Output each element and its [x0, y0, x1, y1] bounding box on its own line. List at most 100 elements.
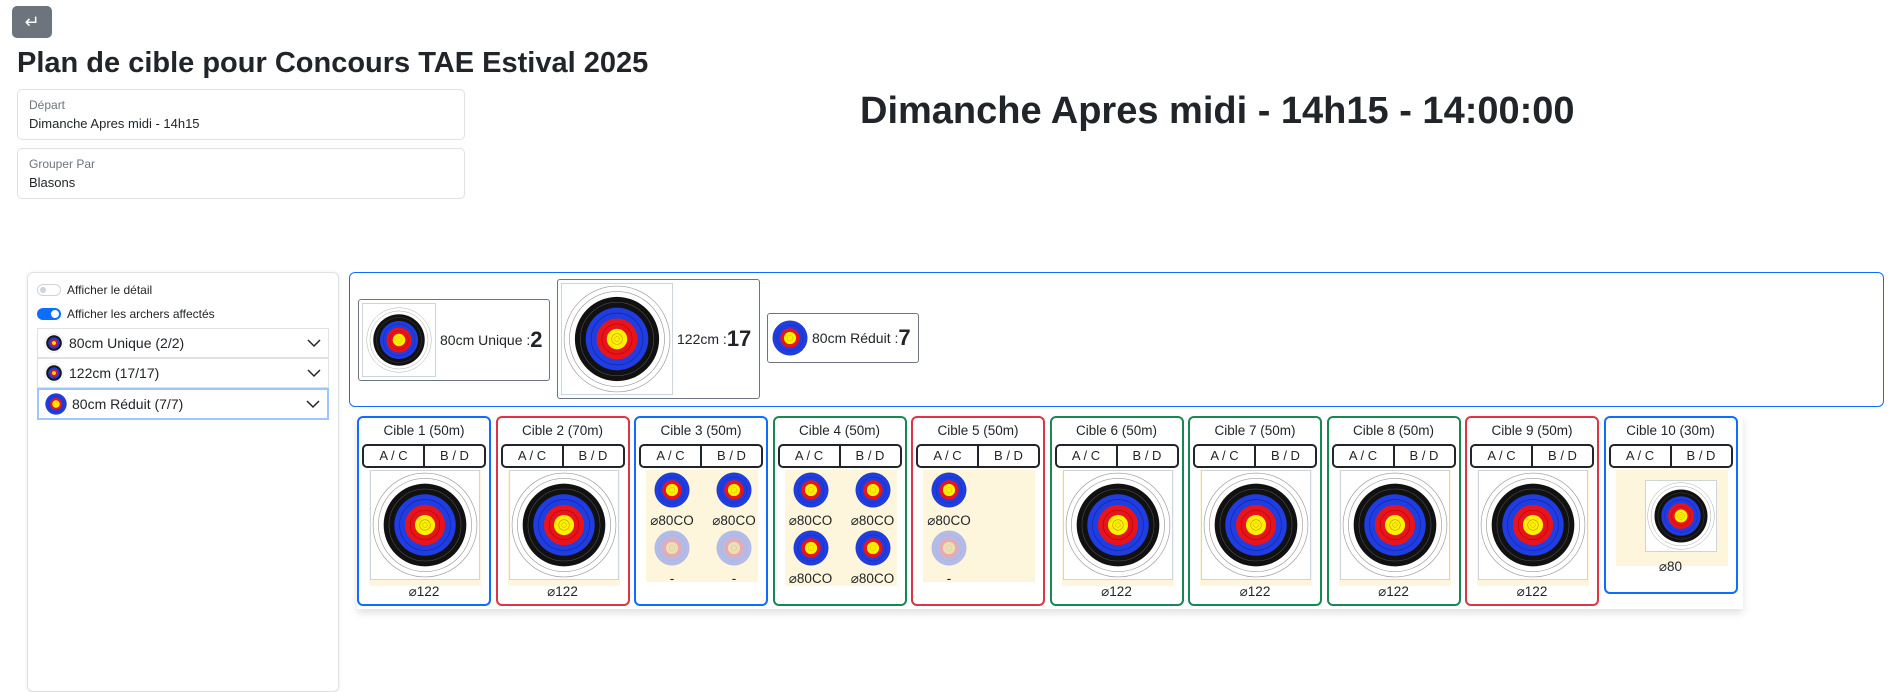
depart-select[interactable]: Départ Dimanche Apres midi - 14h15	[17, 89, 465, 140]
target-face-icon	[793, 530, 829, 566]
toggle-show-assigned[interactable]: Afficher les archers affectés	[37, 307, 215, 321]
target-diameter: ⌀122	[1101, 584, 1132, 599]
position-bd-button[interactable]: B / D	[1669, 446, 1731, 466]
target-face-icon	[1203, 472, 1309, 578]
quad-label: -	[731, 571, 737, 586]
target-card-2[interactable]: Cible 2 (70m) A / C B / D ⌀122	[495, 416, 630, 606]
position-buttons: A / C B / D	[1331, 444, 1456, 468]
position-bd-button[interactable]: B / D	[838, 446, 900, 466]
summary-card-80cm-reduit[interactable]: 80cm Réduit : 7	[767, 313, 919, 363]
quad-slot[interactable]: ⌀80CO	[919, 472, 979, 529]
position-buttons: A / C B / D	[1054, 444, 1179, 468]
chevron-down-icon	[307, 339, 321, 348]
target-diameter: ⌀122	[1239, 584, 1271, 599]
target-card-8[interactable]: Cible 8 (50m) A / C B / D ⌀122	[1326, 416, 1461, 606]
target-face-box[interactable]	[370, 470, 480, 580]
position-bd-button[interactable]: B / D	[1254, 446, 1315, 466]
target-pane	[1200, 470, 1312, 586]
position-ac-button[interactable]: A / C	[1611, 446, 1670, 466]
position-ac-button[interactable]: A / C	[1472, 446, 1531, 466]
grouper-select[interactable]: Grouper Par Blasons	[17, 148, 465, 199]
quad-slot[interactable]: ⌀80CO	[843, 530, 903, 587]
group-122cm[interactable]: 122cm (17/17)	[37, 358, 329, 388]
position-ac-button[interactable]: A / C	[364, 446, 423, 466]
target-card-9[interactable]: Cible 9 (50m) A / C B / D ⌀122	[1465, 416, 1599, 606]
target-face-icon	[44, 333, 64, 353]
summary-card-122cm[interactable]: 122cm : 17	[557, 279, 760, 399]
quad-slot[interactable]: ⌀80CO	[781, 530, 841, 587]
target-face-icon	[716, 472, 752, 508]
group-label: 80cm Réduit (7/7)	[72, 396, 184, 412]
position-bd-button[interactable]: B / D	[1531, 446, 1592, 466]
target-face-box[interactable]	[1062, 470, 1173, 580]
target-card-6[interactable]: Cible 6 (50m) A / C B / D ⌀122	[1049, 416, 1184, 606]
target-diameter: ⌀80	[1658, 559, 1683, 574]
target-face-icon	[855, 472, 891, 508]
target-thumb	[362, 303, 436, 377]
target-face-icon	[1065, 472, 1171, 578]
position-ac-button[interactable]: A / C	[503, 446, 562, 466]
quad-slot[interactable]: -	[704, 530, 764, 586]
quad-label: ⌀80CO	[788, 513, 833, 528]
position-bd-button[interactable]: B / D	[977, 446, 1038, 466]
target-cards: Cible 1 (50m) A / C B / D ⌀122 Cible 2 (…	[357, 416, 1743, 609]
quad-slot[interactable]: -	[642, 530, 702, 586]
quad-slot[interactable]: ⌀80CO	[843, 472, 903, 529]
target-face-box[interactable]	[1201, 470, 1311, 580]
position-bd-button[interactable]: B / D	[1115, 446, 1177, 466]
blason-summary: 80cm Unique : 2 122cm : 17 80cm Réduit :…	[349, 272, 1884, 407]
target-card-1[interactable]: Cible 1 (50m) A / C B / D ⌀122	[357, 416, 491, 606]
summary-label: 80cm Réduit :	[812, 330, 899, 346]
position-buttons: A / C B / D	[362, 444, 486, 468]
back-button[interactable]: ↵	[12, 6, 52, 38]
target-face-icon	[511, 472, 617, 578]
position-bd-button[interactable]: B / D	[423, 446, 484, 466]
position-bd-button[interactable]: B / D	[561, 446, 623, 466]
sidebar-panel: Afficher le détail Afficher les archers …	[27, 272, 339, 692]
target-title: Cible 6 (50m)	[1075, 423, 1158, 438]
position-ac-button[interactable]: A / C	[780, 446, 839, 466]
quad-label: -	[946, 571, 952, 586]
summary-count: 7	[898, 325, 911, 350]
position-ac-button[interactable]: A / C	[641, 446, 700, 466]
grouper-label: Grouper Par	[29, 157, 96, 171]
position-buttons: A / C B / D	[1193, 444, 1317, 468]
position-ac-button[interactable]: A / C	[1334, 446, 1393, 466]
toggle-show-detail[interactable]: Afficher le détail	[37, 283, 152, 297]
target-pane: ⌀80CO ⌀80CO - -	[646, 470, 758, 586]
position-bd-button[interactable]: B / D	[1392, 446, 1454, 466]
target-face-box[interactable]	[1644, 480, 1717, 552]
summary-count: 17	[726, 326, 752, 351]
target-face-icon	[372, 472, 478, 578]
quad-slot[interactable]: ⌀80CO	[642, 472, 702, 529]
quad-slot[interactable]: ⌀80CO	[781, 472, 841, 529]
position-buttons: A / C B / D	[777, 444, 902, 468]
target-card-4[interactable]: Cible 4 (50m) A / C B / D ⌀80CO ⌀80CO ⌀8…	[772, 416, 907, 606]
target-face-icon	[931, 472, 967, 508]
depart-label: Départ	[29, 98, 66, 112]
target-face-box[interactable]	[1339, 470, 1450, 580]
target-card-5[interactable]: Cible 5 (50m) A / C B / D ⌀80CO -	[911, 416, 1045, 606]
position-ac-button[interactable]: A / C	[1195, 446, 1254, 466]
target-face-icon	[1647, 482, 1715, 550]
target-face-box[interactable]	[508, 470, 619, 580]
position-ac-button[interactable]: A / C	[1057, 446, 1116, 466]
target-pane	[1061, 470, 1174, 586]
group-80cm-reduit[interactable]: 80cm Réduit (7/7)	[37, 388, 329, 420]
summary-card-80cm-unique[interactable]: 80cm Unique : 2	[358, 299, 550, 381]
target-card-7[interactable]: Cible 7 (50m) A / C B / D ⌀122	[1188, 416, 1322, 606]
target-face-box[interactable]	[1478, 470, 1588, 580]
position-bd-button[interactable]: B / D	[700, 446, 761, 466]
quad-label: -	[669, 571, 675, 586]
toggle-label: Afficher les archers affectés	[67, 307, 215, 321]
summary-label: 80cm Unique :	[440, 332, 531, 348]
target-card-10[interactable]: Cible 10 (30m) A / C B / D ⌀80	[1603, 416, 1738, 594]
position-ac-button[interactable]: A / C	[918, 446, 977, 466]
target-card-3[interactable]: Cible 3 (50m) A / C B / D ⌀80CO ⌀80CO - …	[634, 416, 768, 606]
quad-slot[interactable]: -	[919, 530, 979, 586]
toggle-switch-off[interactable]	[37, 284, 61, 296]
group-80cm-unique[interactable]: 80cm Unique (2/2)	[37, 328, 329, 358]
quad-slot[interactable]: ⌀80CO	[704, 472, 764, 529]
toggle-switch-on[interactable]	[37, 308, 61, 320]
target-face-icon	[772, 320, 808, 356]
